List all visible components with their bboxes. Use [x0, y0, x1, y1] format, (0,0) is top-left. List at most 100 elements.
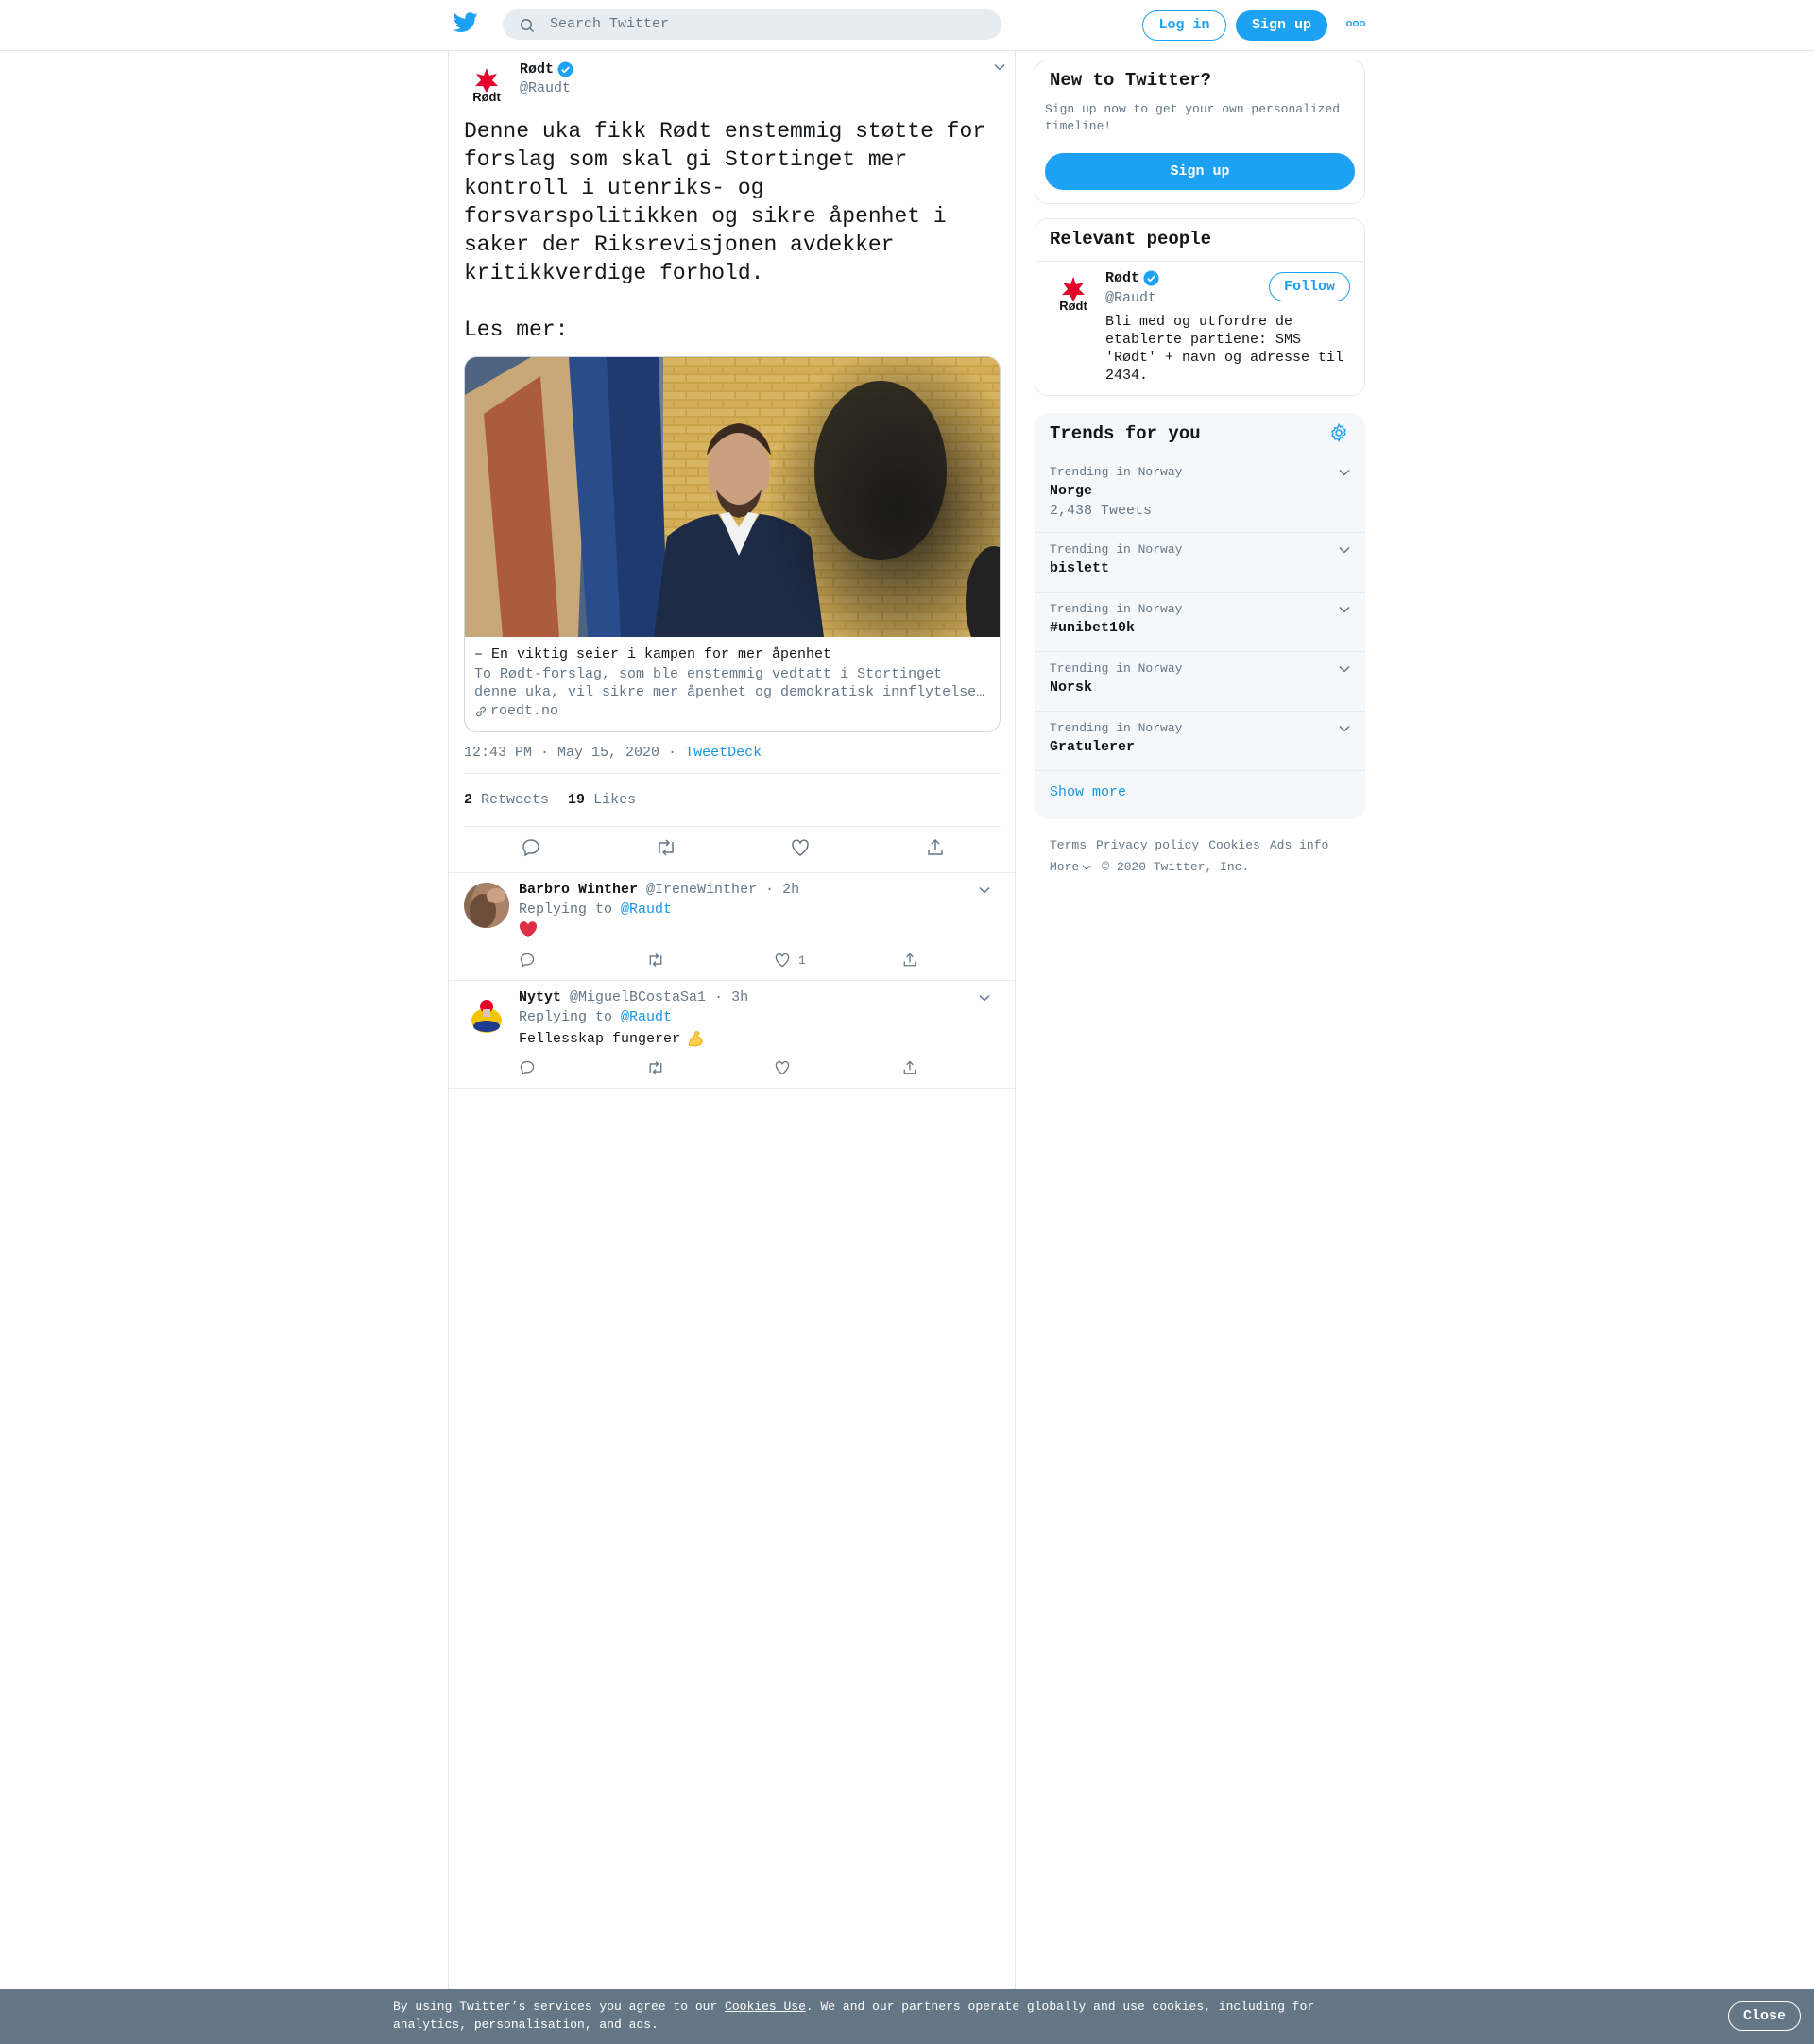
signup-button[interactable]: Sign up — [1236, 10, 1327, 41]
reply-time[interactable]: · 2h — [765, 882, 799, 898]
reply-icon[interactable] — [521, 837, 541, 858]
verified-badge-icon — [557, 61, 573, 77]
footer-cookies-link[interactable]: Cookies — [1208, 834, 1260, 856]
author-handle[interactable]: @Raudt — [520, 80, 571, 96]
chevron-down-icon[interactable] — [1338, 545, 1351, 555]
card-domain[interactable]: roedt.no — [474, 703, 558, 719]
avatar[interactable]: Rødt — [1051, 271, 1096, 317]
trend-name[interactable]: Norsk — [1050, 679, 1092, 696]
chevron-down-icon[interactable] — [993, 62, 1006, 72]
rodt-logo-text: Rødt — [472, 90, 501, 104]
trend-name[interactable]: #unibet10k — [1050, 620, 1135, 636]
reply-header: Barbro Winther @IreneWinther · 2h — [519, 882, 799, 898]
avatar[interactable] — [464, 990, 509, 1036]
more-options-icon[interactable] — [1346, 19, 1365, 28]
reply-body — [519, 921, 538, 938]
reply-tweet[interactable]: Nytyt @MiguelBCostaSa1 · 3h Replying to … — [449, 981, 1015, 1089]
retweet-icon[interactable] — [646, 952, 665, 969]
share-icon[interactable] — [901, 952, 918, 969]
card-description: To Rødt-forslag, som ble enstemmig vedta… — [474, 666, 985, 700]
retweets-stat[interactable]: 2 Retweets — [464, 792, 549, 808]
close-button[interactable]: Close — [1728, 2001, 1801, 2031]
reply-author-name[interactable]: Nytyt — [519, 989, 561, 1005]
avatar[interactable] — [464, 883, 509, 928]
trend-item[interactable]: Trending in Norway Gratulerer — [1035, 711, 1365, 770]
reply-icon[interactable] — [519, 1059, 536, 1076]
chevron-down-icon[interactable] — [978, 885, 991, 895]
follow-button[interactable]: Follow — [1269, 272, 1350, 301]
tweet-stats: 2 Retweets 19 Likes — [464, 792, 636, 808]
footer-ads-info-link[interactable]: Ads info — [1270, 834, 1328, 856]
reply-icon[interactable] — [519, 952, 536, 969]
trend-item[interactable]: Trending in Norway Norsk — [1035, 651, 1365, 711]
red-heart-emoji-icon — [519, 921, 538, 938]
cookies-use-link[interactable]: Cookies Use — [725, 2000, 806, 2014]
share-icon[interactable] — [901, 1059, 918, 1076]
footer-terms-link[interactable]: Terms — [1050, 834, 1087, 856]
chevron-down-icon[interactable] — [1338, 724, 1351, 733]
top-bar: Search Twitter Log in Sign up — [0, 0, 1814, 51]
person-handle[interactable]: @Raudt — [1105, 290, 1156, 306]
tweet-actions — [464, 828, 1001, 866]
reply-text: Fellesskap fungerer — [519, 1030, 681, 1047]
share-icon[interactable] — [925, 837, 946, 858]
sidebar-footer: Terms Privacy policy Cookies Ads info Mo… — [1050, 834, 1361, 878]
divider — [1035, 770, 1365, 771]
reply-time[interactable]: · 3h — [714, 989, 748, 1005]
chevron-down-icon[interactable] — [1338, 468, 1351, 477]
search-input[interactable]: Search Twitter — [550, 16, 669, 32]
retweet-icon[interactable] — [655, 837, 677, 858]
twitter-logo-icon[interactable] — [454, 12, 478, 37]
retweet-icon[interactable] — [646, 1059, 665, 1076]
tweet-source-link[interactable]: TweetDeck — [685, 745, 762, 761]
show-more-link[interactable]: Show more — [1050, 784, 1126, 800]
link-card[interactable]: – En viktig seier i kampen for mer åpenh… — [464, 356, 1001, 732]
avatar[interactable]: Rødt — [464, 62, 509, 108]
tweet-timestamp[interactable]: 12:43 PM · May 15, 2020 — [464, 745, 659, 761]
main-column: Rødt Rødt @Raudt Denne uka fikk Rødt ens… — [448, 51, 1016, 1993]
trends-title: Trends for you — [1050, 423, 1201, 444]
reply-author-name[interactable]: Barbro Winther — [519, 882, 638, 898]
person-bio: Bli med og utfordre de etablerte partien… — [1105, 314, 1344, 384]
trend-item[interactable]: Trending in Norway #unibet10k — [1035, 592, 1365, 651]
author-name[interactable]: Rødt — [520, 61, 554, 77]
flexed-biceps-emoji-icon — [686, 1029, 705, 1048]
chevron-down-icon[interactable] — [978, 993, 991, 1003]
person-name-row[interactable]: Rødt — [1105, 270, 1159, 286]
like-icon[interactable] — [790, 837, 811, 858]
like-button[interactable]: 1 — [774, 952, 806, 969]
signup-box: New to Twitter? Sign up now to get your … — [1035, 60, 1365, 204]
like-icon — [774, 952, 791, 969]
replying-to-link[interactable]: @Raudt — [621, 902, 672, 918]
footer-copyright: © 2020 Twitter, Inc. — [1102, 860, 1250, 874]
trend-item[interactable]: Trending in Norway Norge 2,438 Tweets — [1035, 455, 1365, 532]
search-box[interactable]: Search Twitter — [503, 9, 1001, 40]
trend-name[interactable]: bislett — [1050, 560, 1109, 576]
chevron-down-icon[interactable] — [1338, 605, 1351, 614]
card-title[interactable]: – En viktig seier i kampen for mer åpenh… — [474, 646, 831, 662]
likes-stat[interactable]: 19 Likes — [568, 792, 636, 808]
like-icon[interactable] — [774, 1059, 791, 1076]
tweet-meta: 12:43 PM · May 15, 2020 · TweetDeck — [464, 745, 762, 761]
footer-more-menu[interactable]: More — [1050, 856, 1092, 878]
login-button[interactable]: Log in — [1142, 10, 1226, 41]
settings-gear-icon[interactable] — [1329, 423, 1348, 442]
trend-item[interactable]: Trending in Norway bislett — [1035, 532, 1365, 592]
link-icon — [474, 705, 488, 718]
person-name[interactable]: Rødt — [1105, 270, 1139, 286]
trend-name[interactable]: Gratulerer — [1050, 739, 1135, 755]
cookie-banner-text: By using Twitter’s services you agree to… — [393, 2000, 1315, 2032]
footer-privacy-link[interactable]: Privacy policy — [1096, 834, 1199, 856]
relevant-people-box: Relevant people Rødt Rødt @Raudt Follow … — [1035, 218, 1365, 396]
reply-tweet[interactable]: Barbro Winther @IreneWinther · 2h Replyi… — [449, 873, 1015, 981]
replying-to-link[interactable]: @Raudt — [621, 1009, 672, 1025]
author-name-row[interactable]: Rødt — [520, 61, 573, 77]
chevron-down-icon[interactable] — [1338, 664, 1351, 674]
chevron-down-icon — [1081, 864, 1092, 871]
search-icon — [520, 18, 535, 33]
trend-name[interactable]: Norge — [1050, 483, 1092, 499]
relevant-people-title: Relevant people — [1050, 229, 1212, 249]
sidebar-signup-button[interactable]: Sign up — [1045, 153, 1355, 190]
reply-author-handle[interactable]: @MiguelBCostaSa1 — [570, 989, 706, 1005]
reply-author-handle[interactable]: @IreneWinther — [646, 882, 757, 898]
